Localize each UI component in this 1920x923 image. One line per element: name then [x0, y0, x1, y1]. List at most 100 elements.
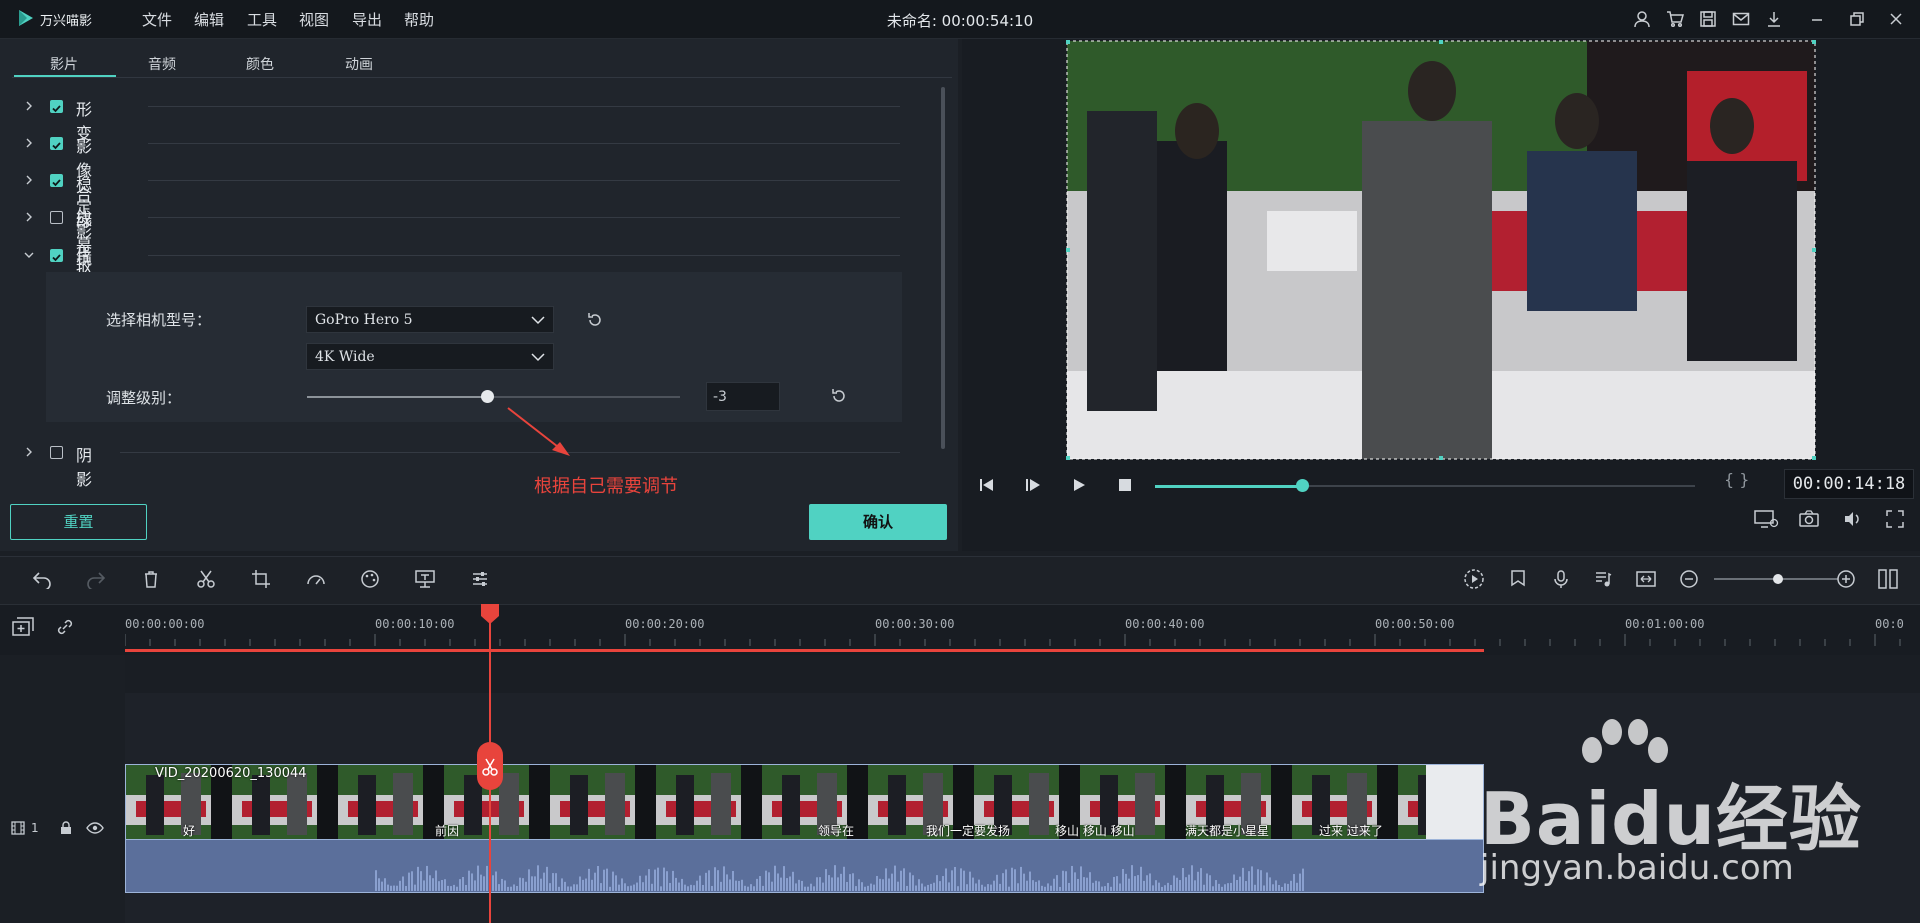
ruler-label: 00:00:20:00: [625, 617, 705, 631]
close-icon[interactable]: [1885, 8, 1907, 30]
subtitle-text: 好: [183, 824, 196, 838]
ruler-label: 00:00:00:00: [125, 617, 205, 631]
microphone-icon[interactable]: [1549, 567, 1573, 591]
link-icon[interactable]: [54, 616, 76, 638]
checkbox-checked[interactable]: [50, 137, 63, 150]
render-range-bar: [125, 649, 1484, 652]
volume-icon[interactable]: [1842, 509, 1862, 529]
divider: [148, 180, 900, 181]
empty-track-1[interactable]: [125, 655, 1920, 693]
cut-icon[interactable]: [194, 567, 218, 591]
tab-color[interactable]: 颜色: [246, 54, 274, 74]
playback-progress-handle[interactable]: [1296, 479, 1309, 492]
fit-timeline-icon[interactable]: [1634, 567, 1658, 591]
divider: [148, 255, 900, 256]
chevron-right-icon[interactable]: [24, 101, 34, 111]
ruler-label: 00:00:50:00: [1375, 617, 1455, 631]
stop-icon[interactable]: [1116, 476, 1134, 494]
color-icon[interactable]: [358, 567, 382, 591]
undo-icon[interactable]: [30, 567, 54, 591]
playhead-handle[interactable]: [481, 604, 499, 624]
checkbox-checked[interactable]: [50, 249, 63, 262]
redo-icon[interactable]: [84, 567, 108, 591]
subtitle-text: 前因: [435, 824, 460, 838]
properties-scrollbar[interactable]: [941, 87, 945, 449]
ruler-label: 00:0: [1875, 617, 1904, 631]
confirm-button[interactable]: 确认: [809, 504, 947, 540]
subtitle-text: 移山 移山 移山: [1055, 824, 1135, 838]
cart-icon[interactable]: [1664, 8, 1686, 30]
split-button[interactable]: [477, 742, 503, 790]
level-slider-fill: [307, 396, 487, 398]
panel-layout-icon[interactable]: [1876, 567, 1900, 591]
selection-box[interactable]: [1066, 40, 1816, 460]
zoom-in-icon[interactable]: [1834, 567, 1858, 591]
camera-model-label: 选择相机型号：: [106, 311, 212, 329]
checkbox-unchecked[interactable]: [50, 446, 63, 459]
audio-clip[interactable]: [125, 840, 1484, 893]
display-settings-icon[interactable]: [1753, 508, 1779, 530]
snapshot-icon[interactable]: [1798, 509, 1820, 529]
chevron-down-icon: [531, 353, 545, 362]
video-clip[interactable]: [125, 764, 1484, 840]
chevron-right-icon[interactable]: [24, 175, 34, 185]
tab-audio[interactable]: 音频: [148, 54, 176, 74]
next-frame-icon[interactable]: [1024, 476, 1042, 494]
chevron-right-icon[interactable]: [24, 447, 34, 457]
delete-icon[interactable]: [139, 567, 163, 591]
fullscreen-icon[interactable]: [1885, 509, 1905, 529]
adjust-icon[interactable]: [468, 567, 492, 591]
annotation-arrow: [507, 407, 570, 456]
lock-icon[interactable]: [58, 820, 74, 836]
clip-name: VID_20200620_130044: [155, 766, 307, 781]
play-icon[interactable]: [1070, 476, 1088, 494]
clip-thumbnails: [126, 765, 1483, 839]
subtitle-text: 满天都是小星星: [1185, 824, 1270, 838]
resolution-select[interactable]: 4K Wide: [306, 343, 554, 370]
crop-icon[interactable]: [249, 567, 273, 591]
eye-icon[interactable]: [86, 820, 104, 836]
add-track-icon[interactable]: [10, 616, 36, 638]
speed-icon[interactable]: [304, 567, 328, 591]
zoom-out-icon[interactable]: [1677, 567, 1701, 591]
tab-animation[interactable]: 动画: [345, 54, 373, 74]
chevron-right-icon[interactable]: [24, 212, 34, 222]
prev-frame-icon[interactable]: [978, 476, 996, 494]
reset-level-icon[interactable]: [830, 387, 848, 405]
title-icon[interactable]: [413, 567, 437, 591]
clip-thumbnail: [656, 765, 762, 839]
divider: [148, 217, 900, 218]
mail-icon[interactable]: [1730, 8, 1752, 30]
minimize-icon[interactable]: [1806, 8, 1828, 30]
subtitle-text: 领导在: [818, 824, 855, 838]
camera-model-select[interactable]: GoPro Hero 5: [306, 306, 554, 333]
properties-tabs: 影片 音频 颜色 动画: [12, 45, 952, 78]
level-value-input[interactable]: -3: [706, 382, 780, 411]
ruler-label: 00:00:30:00: [875, 617, 955, 631]
in-out-bracket-icon[interactable]: { }: [1724, 470, 1749, 489]
checkbox-unchecked[interactable]: [50, 211, 63, 224]
clip-thumbnail: [550, 765, 656, 839]
tab-video[interactable]: 影片: [50, 54, 78, 74]
ruler-label: 00:00:10:00: [375, 617, 455, 631]
restore-icon[interactable]: [1846, 8, 1868, 30]
checkbox-checked[interactable]: [50, 100, 63, 113]
download-icon[interactable]: [1763, 8, 1785, 30]
chevron-down-icon[interactable]: [24, 250, 34, 260]
account-icon[interactable]: [1631, 8, 1653, 30]
marker-icon[interactable]: [1506, 567, 1530, 591]
film-icon: [11, 821, 25, 835]
save-icon[interactable]: [1697, 8, 1719, 30]
audio-mixer-icon[interactable]: [1591, 567, 1615, 591]
reset-camera-icon[interactable]: [586, 311, 604, 329]
subtitle-text: 我们一定要发扬: [926, 824, 1011, 838]
ruler-label: 00:01:00:00: [1625, 617, 1705, 631]
zoom-slider[interactable]: [1712, 571, 1840, 587]
chevron-right-icon[interactable]: [24, 138, 34, 148]
level-slider-handle[interactable]: [481, 390, 494, 403]
reset-button[interactable]: 重置: [10, 504, 147, 540]
divider: [148, 143, 900, 144]
checkbox-checked[interactable]: [50, 174, 63, 187]
active-tab-indicator: [14, 75, 116, 77]
render-preview-icon[interactable]: [1462, 567, 1486, 591]
